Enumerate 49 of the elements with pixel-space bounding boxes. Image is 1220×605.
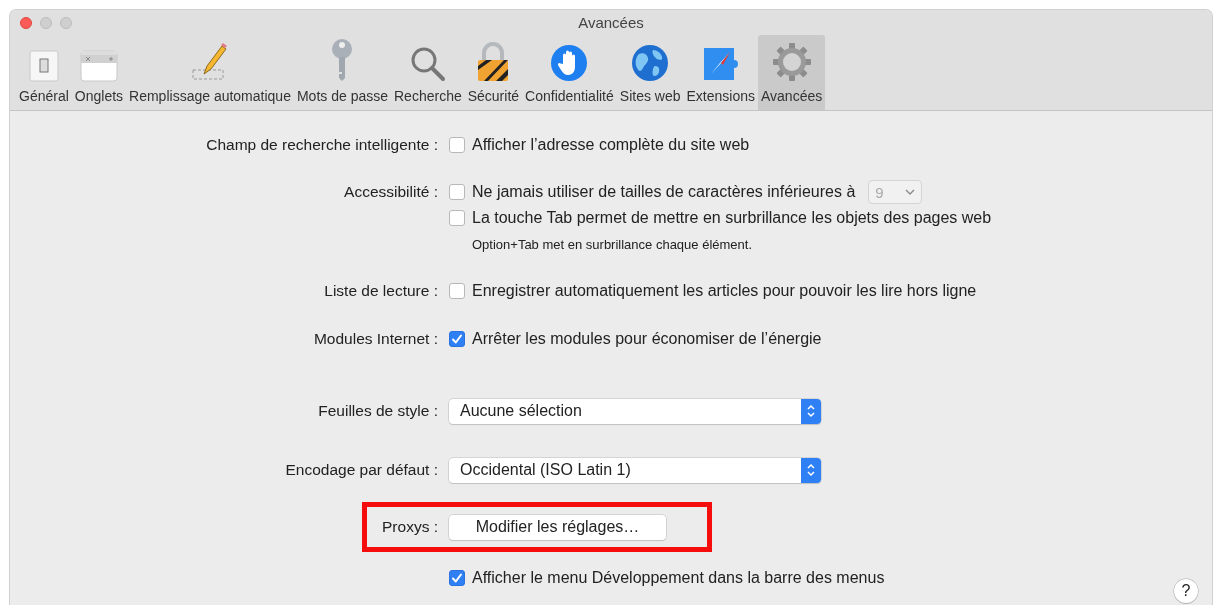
hint-text: Option+Tab met en surbrillance chaque élément. — [471, 236, 753, 252]
toolbar-tab[interactable]: Sites web — [616, 35, 684, 110]
stepper-arrows-icon — [806, 403, 816, 419]
toolbar-tab[interactable]: Général — [16, 35, 72, 110]
checkbox-label: La touche Tab permet de mettre en surbrillance les objets des pages web — [472, 209, 992, 227]
setting-label: Modules Internet : — [313, 329, 438, 349]
chevron-icon — [905, 189, 916, 195]
toolbar-tab[interactable]: Sécurité — [464, 35, 523, 110]
popup-menu[interactable]: Aucune sélection — [449, 398, 821, 424]
checkbox[interactable] — [449, 331, 465, 347]
search-icon — [409, 46, 446, 82]
close-button[interactable] — [20, 16, 32, 29]
padlock-icon — [476, 42, 511, 82]
checkbox-label: Ne jamais utiliser de tailles de caractères inférieures à — [472, 183, 856, 201]
checkbox-label: Afficher le menu Développement dans la barre des menus — [472, 569, 885, 587]
toolbar-tab[interactable]: Remplissage automatique — [126, 35, 294, 110]
checkbox-label: Afficher l’adresse complète du site web — [472, 136, 750, 154]
setting-label: Accessibilité : — [344, 182, 438, 202]
checkbox-label: Arrêter les modules pour économiser de l’énergie — [472, 330, 822, 348]
modify-settings-button[interactable]: Modifier les réglages… — [449, 514, 666, 540]
checkbox[interactable] — [449, 184, 465, 200]
toolbar-tab[interactable]: Onglets — [71, 35, 127, 110]
gear-icon — [771, 42, 812, 82]
setting-label: Proxys : — [382, 517, 438, 537]
setting-label: Liste de lecture : — [324, 281, 438, 301]
toolbar-tab[interactable]: Avancées — [758, 35, 826, 110]
switch-icon — [27, 50, 60, 82]
toolbar-tab[interactable]: Confidentialité — [522, 35, 617, 110]
toolbar-tab[interactable]: Mots de passe — [293, 35, 391, 110]
setting-label: Feuilles de style : — [318, 401, 438, 421]
hand-icon — [550, 44, 589, 82]
toolbar-tab[interactable]: Recherche — [391, 35, 465, 110]
checkbox-label: Enregistrer automatiquement les articles pour pouvoir les lire hors ligne — [472, 282, 977, 300]
stepper-arrows-icon — [806, 462, 816, 478]
checkbox[interactable] — [449, 283, 465, 299]
checkbox[interactable] — [449, 137, 465, 153]
window-title: Avancées — [578, 14, 644, 31]
setting-label: Champ de recherche intelligente : — [206, 135, 438, 155]
zoom-button[interactable] — [60, 16, 72, 29]
globe-icon — [631, 44, 670, 82]
minimize-button[interactable] — [40, 16, 52, 29]
checkbox[interactable] — [449, 210, 465, 226]
checkbox[interactable] — [449, 570, 465, 586]
pencil-icon — [190, 42, 230, 82]
help-button[interactable]: ? — [1174, 579, 1198, 603]
toolbar-tab[interactable]: Extensions — [683, 35, 758, 110]
tabs-icon — [79, 50, 118, 82]
setting-label: Encodage par défaut : — [285, 460, 438, 480]
popup-menu[interactable]: Occidental (ISO Latin 1) — [449, 457, 821, 483]
